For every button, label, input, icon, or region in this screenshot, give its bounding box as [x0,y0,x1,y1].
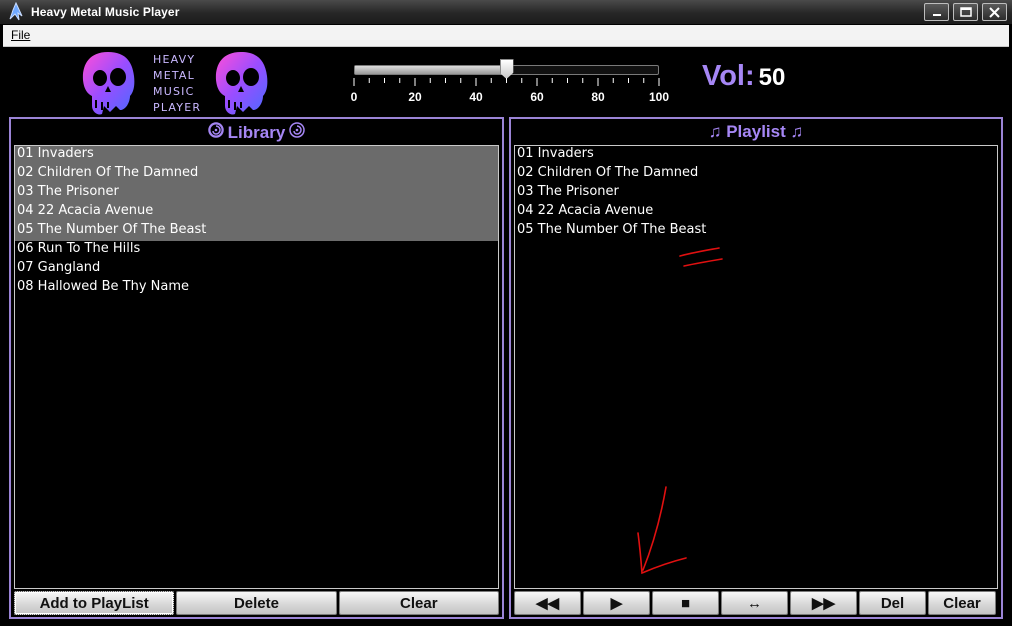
skull-logo-left-icon [82,52,135,115]
library-track-item[interactable]: 02 Children Of The Damned [15,165,498,184]
library-track-item[interactable]: 07 Gangland [15,260,498,279]
skull-logo-right-icon [215,52,268,115]
logo-line: MUSIC [153,85,195,98]
playlist-panel: ♫ Playlist ♫ 01 Invaders 02 Children Of … [509,117,1003,619]
minimize-icon [932,14,941,16]
library-track-item[interactable]: 06 Run To The Hills [15,241,498,260]
library-track-item[interactable]: 08 Hallowed Be Thy Name [15,279,498,298]
volume-readout: Vol: 50 [702,60,785,93]
library-button-row: Add to PlayList Delete Clear [14,591,499,615]
logo-text: HEAVY METAL MUSIC PLAYER [153,52,213,116]
library-track-item[interactable]: 03 The Prisoner [15,184,498,203]
library-panel: Library 01 Invaders 02 Children Of The D… [9,117,504,619]
playlist-track-item[interactable]: 01 Invaders [515,146,997,165]
volume-scale-label: 20 [408,90,422,104]
spiral-icon [207,122,224,138]
logo-line: METAL [153,69,195,82]
library-track-item[interactable]: 04 22 Acacia Avenue [15,203,498,222]
app-icon [9,2,23,21]
library-clear-button[interactable]: Clear [338,591,499,615]
library-title-text: Library [227,123,286,142]
maximize-button[interactable] [953,3,978,21]
volume-scale-label: 0 [350,90,358,104]
library-title: Library [11,122,502,143]
menu-file[interactable]: File [11,28,30,42]
logo-line: PLAYER [153,101,202,114]
minimize-button[interactable] [924,3,949,21]
spiral-icon [289,122,306,138]
logo-line: HEAVY [153,53,196,66]
volume-slider-fill [355,66,507,74]
volume-label: Vol: [702,60,755,92]
volume-slider[interactable]: 0 20 40 60 80 100 [350,58,675,108]
volume-scale-label: 80 [591,90,605,104]
playlist-track-item[interactable]: 03 The Prisoner [515,184,997,203]
play-button[interactable]: ▶ [583,591,650,615]
delete-button[interactable]: Delete [176,591,337,615]
playlist-track-item[interactable]: 05 The Number Of The Beast [515,222,997,241]
volume-scale-label: 100 [648,90,670,104]
playlist-title: ♫ Playlist ♫ [708,122,804,141]
window-title: Heavy Metal Music Player [31,5,180,19]
library-list[interactable]: 01 Invaders 02 Children Of The Damned 03… [14,145,499,589]
shuffle-button[interactable]: ↔ [721,591,788,615]
library-track-item[interactable]: 05 The Number Of The Beast [15,222,498,241]
playlist-delete-button[interactable]: Del [859,591,926,615]
stop-button[interactable]: ■ [652,591,719,615]
add-to-playlist-button[interactable]: Add to PlayList [14,591,175,615]
volume-scale-label: 40 [469,90,483,104]
close-icon [989,6,1000,18]
playlist-track-item[interactable]: 04 22 Acacia Avenue [515,203,997,222]
volume-value: 50 [758,64,786,91]
title-bar: Heavy Metal Music Player [0,0,1012,25]
playlist-clear-button[interactable]: Clear [928,591,996,615]
playlist-list[interactable]: 01 Invaders 02 Children Of The Damned 03… [514,145,998,589]
volume-scale-label: 60 [530,90,544,104]
close-button[interactable] [982,3,1007,21]
playlist-controls: ◀◀ ▶ ■ ↔ ▶▶ Del Clear [514,591,998,615]
volume-slider-ticks [353,78,660,86]
previous-button[interactable]: ◀◀ [514,591,581,615]
menu-bar: File [3,25,1009,47]
next-button[interactable]: ▶▶ [790,591,857,615]
library-track-item[interactable]: 01 Invaders [15,146,498,165]
playlist-track-item[interactable]: 02 Children Of The Damned [515,165,997,184]
maximize-icon [959,7,972,17]
volume-slider-thumb[interactable] [499,59,514,79]
